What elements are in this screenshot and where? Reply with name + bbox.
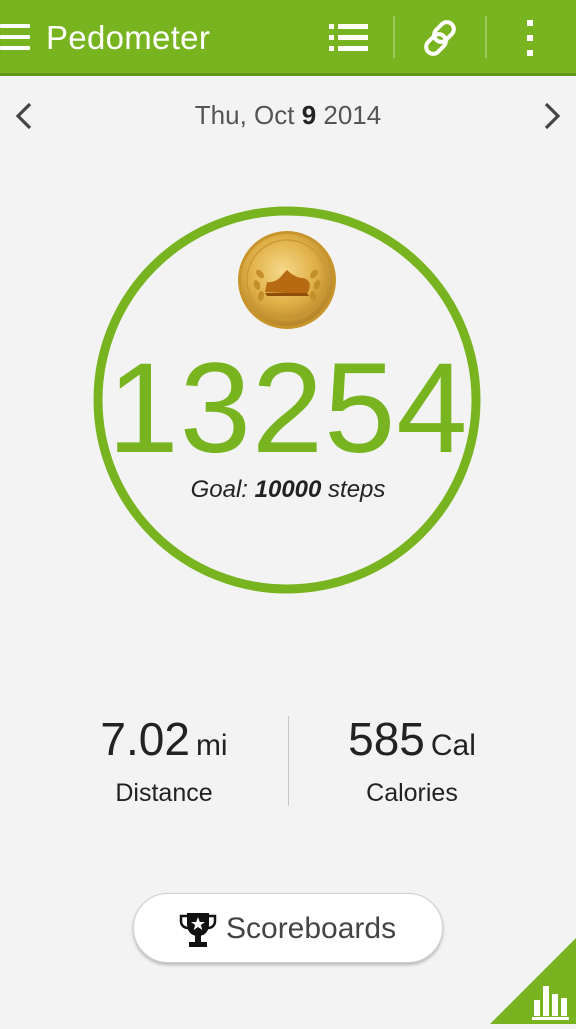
app-title: Pedometer [46, 19, 211, 56]
calories-value: 585 [348, 713, 425, 765]
chevron-right-icon [544, 102, 561, 130]
toolbar-divider [393, 16, 395, 58]
toolbar-divider [485, 16, 487, 58]
scoreboards-label: Scoreboards [226, 912, 397, 945]
current-date: Thu, Oct 9 2014 [194, 100, 382, 130]
distance-label: Distance [115, 779, 213, 807]
step-count: 13254 [107, 337, 469, 480]
distance-unit: mi [195, 729, 228, 762]
list-icon[interactable] [327, 20, 371, 56]
trophy-icon [179, 913, 217, 947]
app-bar: Pedometer [0, 0, 576, 76]
goal-medal-icon [238, 231, 336, 329]
distance-stat: 7.02 mi Distance [44, 710, 284, 808]
calories-unit: Cal [430, 729, 476, 762]
more-vert-icon[interactable] [520, 16, 540, 60]
step-goal: Goal: 10000 steps [190, 476, 386, 503]
bar-chart-icon [490, 938, 576, 1024]
distance-value: 7.02 [100, 713, 190, 765]
app-bar-shadow [0, 73, 576, 76]
date-navigator: Thu, Oct 9 2014 [0, 96, 576, 136]
calories-label: Calories [366, 779, 458, 807]
stats-divider [288, 716, 289, 806]
history-chart-button[interactable] [490, 938, 576, 1024]
menu-icon[interactable] [0, 22, 30, 52]
link-icon[interactable] [418, 16, 462, 60]
scoreboards-button[interactable]: Scoreboards [133, 893, 443, 963]
calories-stat: 585 Cal Calories [292, 710, 532, 808]
activity-stats: 7.02 mi Distance 585 Cal Calories [0, 710, 576, 810]
next-day-button[interactable] [532, 96, 572, 136]
